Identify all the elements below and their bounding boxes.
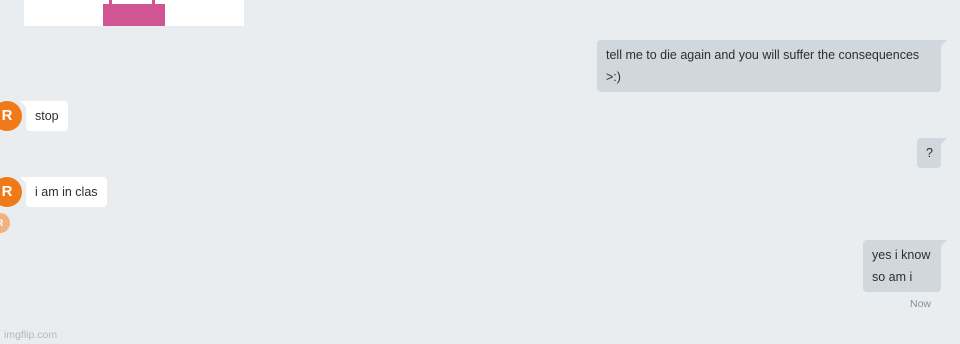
outgoing-message-bubble[interactable]: yes i know so am i bbox=[863, 240, 947, 292]
shopping-bag-image bbox=[103, 0, 165, 26]
incoming-message-bubble[interactable]: stop bbox=[20, 101, 68, 131]
message-text: stop bbox=[35, 109, 59, 123]
outgoing-message-bubble[interactable]: ? bbox=[917, 138, 947, 168]
outgoing-message-bubble[interactable]: tell me to die again and you will suffer… bbox=[597, 40, 947, 92]
message-text: yes i know bbox=[872, 248, 931, 262]
message-timestamp: Now bbox=[910, 298, 932, 310]
message-text: tell me to die again and you will suffer… bbox=[606, 48, 920, 62]
read-receipt-avatar: R bbox=[0, 213, 10, 233]
message-text: i am in clas bbox=[35, 185, 98, 199]
message-text: ? bbox=[926, 146, 933, 160]
sender-avatar[interactable]: R bbox=[0, 101, 22, 131]
watermark: imgflip.com bbox=[4, 329, 58, 341]
sender-avatar[interactable]: R bbox=[0, 177, 22, 207]
image-attachment[interactable] bbox=[24, 0, 244, 26]
message-text: >:) bbox=[606, 70, 621, 84]
message-text: so am i bbox=[872, 270, 913, 284]
incoming-message-bubble[interactable]: i am in clas bbox=[20, 177, 107, 207]
